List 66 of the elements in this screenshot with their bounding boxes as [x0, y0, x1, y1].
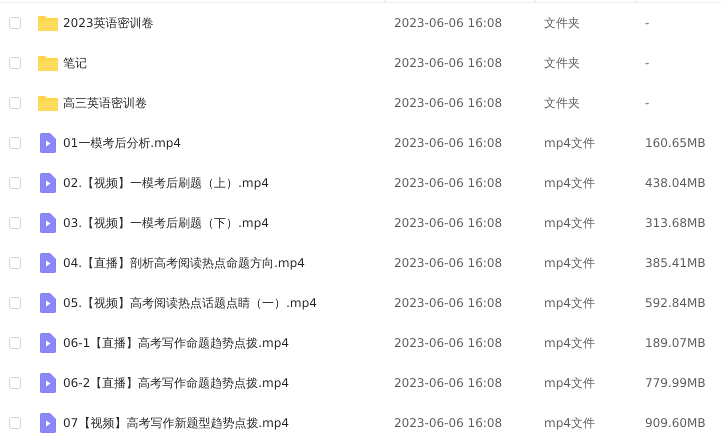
file-type: mp4文件 [544, 174, 595, 192]
video-file-icon [40, 253, 56, 273]
checkbox[interactable] [9, 257, 21, 269]
file-type: mp4文件 [544, 134, 595, 152]
video-file-icon [40, 173, 56, 193]
file-size: - [645, 16, 650, 30]
checkbox[interactable] [9, 17, 21, 29]
file-type: 文件夹 [544, 54, 580, 72]
file-type: mp4文件 [544, 374, 595, 392]
checkbox[interactable] [9, 337, 21, 349]
file-type: mp4文件 [544, 334, 595, 352]
checkbox[interactable] [9, 57, 21, 69]
checkbox[interactable] [9, 297, 21, 309]
video-file-icon [40, 373, 56, 393]
file-type: mp4文件 [544, 414, 595, 432]
video-file-icon [40, 133, 56, 153]
file-size: 160.65MB [645, 136, 706, 150]
modified-date: 2023-06-06 16:08 [394, 216, 502, 230]
file-name[interactable]: 06-2【直播】高考写作命题趋势点拨.mp4 [63, 374, 289, 392]
file-name[interactable]: 04.【直播】剖析高考阅读热点命题方向.mp4 [63, 254, 305, 272]
modified-date: 2023-06-06 16:08 [394, 136, 502, 150]
file-size: - [645, 96, 650, 110]
file-size: 779.99MB [645, 376, 706, 390]
modified-date: 2023-06-06 16:08 [394, 376, 502, 390]
modified-date: 2023-06-06 16:08 [394, 56, 502, 70]
video-file-icon [40, 293, 56, 313]
modified-date: 2023-06-06 16:08 [394, 336, 502, 350]
file-type: 文件夹 [544, 94, 580, 112]
modified-date: 2023-06-06 16:08 [394, 176, 502, 190]
modified-date: 2023-06-06 16:08 [394, 296, 502, 310]
file-type: mp4文件 [544, 214, 595, 232]
file-size: 189.07MB [645, 336, 706, 350]
folder-icon [38, 15, 58, 31]
folder-icon [38, 55, 58, 71]
file-name[interactable]: 02.【视频】一模考后刷题（上）.mp4 [63, 174, 269, 192]
checkbox[interactable] [9, 217, 21, 229]
file-size: 909.60MB [645, 416, 706, 430]
file-type: mp4文件 [544, 254, 595, 272]
file-type: 文件夹 [544, 14, 580, 32]
file-size: 438.04MB [645, 176, 706, 190]
file-name[interactable]: 笔记 [63, 54, 87, 72]
modified-date: 2023-06-06 16:08 [394, 96, 502, 110]
checkbox[interactable] [9, 417, 21, 429]
file-size: 385.41MB [645, 256, 706, 270]
file-name[interactable]: 01一模考后分析.mp4 [63, 134, 182, 152]
file-name[interactable]: 2023英语密训卷 [63, 14, 154, 32]
video-file-icon [40, 213, 56, 233]
checkbox[interactable] [9, 137, 21, 149]
file-name[interactable]: 05.【视频】高考阅读热点话题点睛（一）.mp4 [63, 294, 317, 312]
checkbox[interactable] [9, 97, 21, 109]
video-file-icon [40, 333, 56, 353]
file-size: - [645, 56, 650, 70]
file-name[interactable]: 06-1【直播】高考写作命题趋势点拨.mp4 [63, 334, 289, 352]
file-type: mp4文件 [544, 294, 595, 312]
video-file-icon [40, 413, 56, 433]
file-name[interactable]: 03.【视频】一模考后刷题（下）.mp4 [63, 214, 269, 232]
folder-icon [38, 95, 58, 111]
file-name[interactable]: 07【视频】高考写作新题型趋势点拨.mp4 [63, 414, 290, 432]
file-size: 592.84MB [645, 296, 706, 310]
checkbox[interactable] [9, 177, 21, 189]
modified-date: 2023-06-06 16:08 [394, 416, 502, 430]
file-size: 313.68MB [645, 216, 706, 230]
modified-date: 2023-06-06 16:08 [394, 256, 502, 270]
file-name[interactable]: 高三英语密训卷 [63, 94, 147, 112]
modified-date: 2023-06-06 16:08 [394, 16, 502, 30]
checkbox[interactable] [9, 377, 21, 389]
